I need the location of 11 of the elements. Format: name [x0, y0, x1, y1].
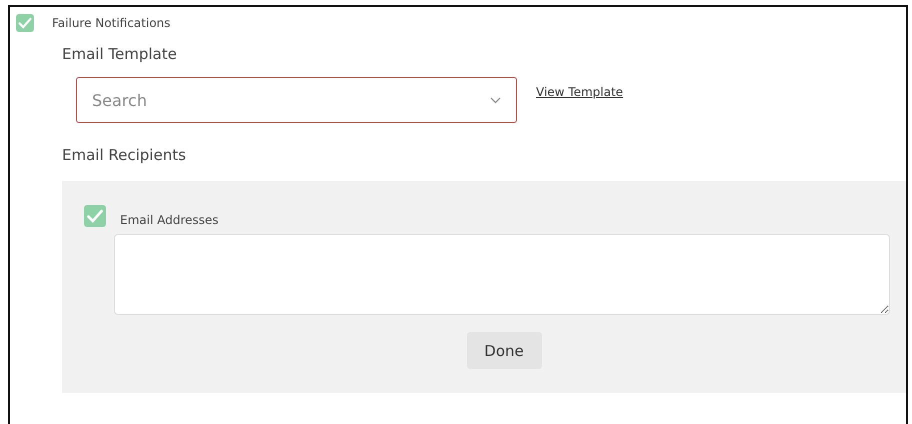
checkbox-label: Failure Notifications [52, 16, 170, 30]
chevron-down-icon [490, 97, 501, 104]
view-template-link[interactable]: View Template [536, 85, 624, 99]
section-heading: Email Recipients [62, 146, 186, 164]
done-button[interactable]: Done [466, 332, 542, 369]
template-select[interactable]: Search [76, 77, 517, 123]
email-addresses-field[interactable] [114, 234, 890, 315]
section-heading: Email Template [62, 45, 177, 63]
checkbox[interactable] [16, 14, 34, 32]
checkbox[interactable] [84, 205, 106, 227]
checkbox-label: Email Addresses [120, 213, 219, 227]
